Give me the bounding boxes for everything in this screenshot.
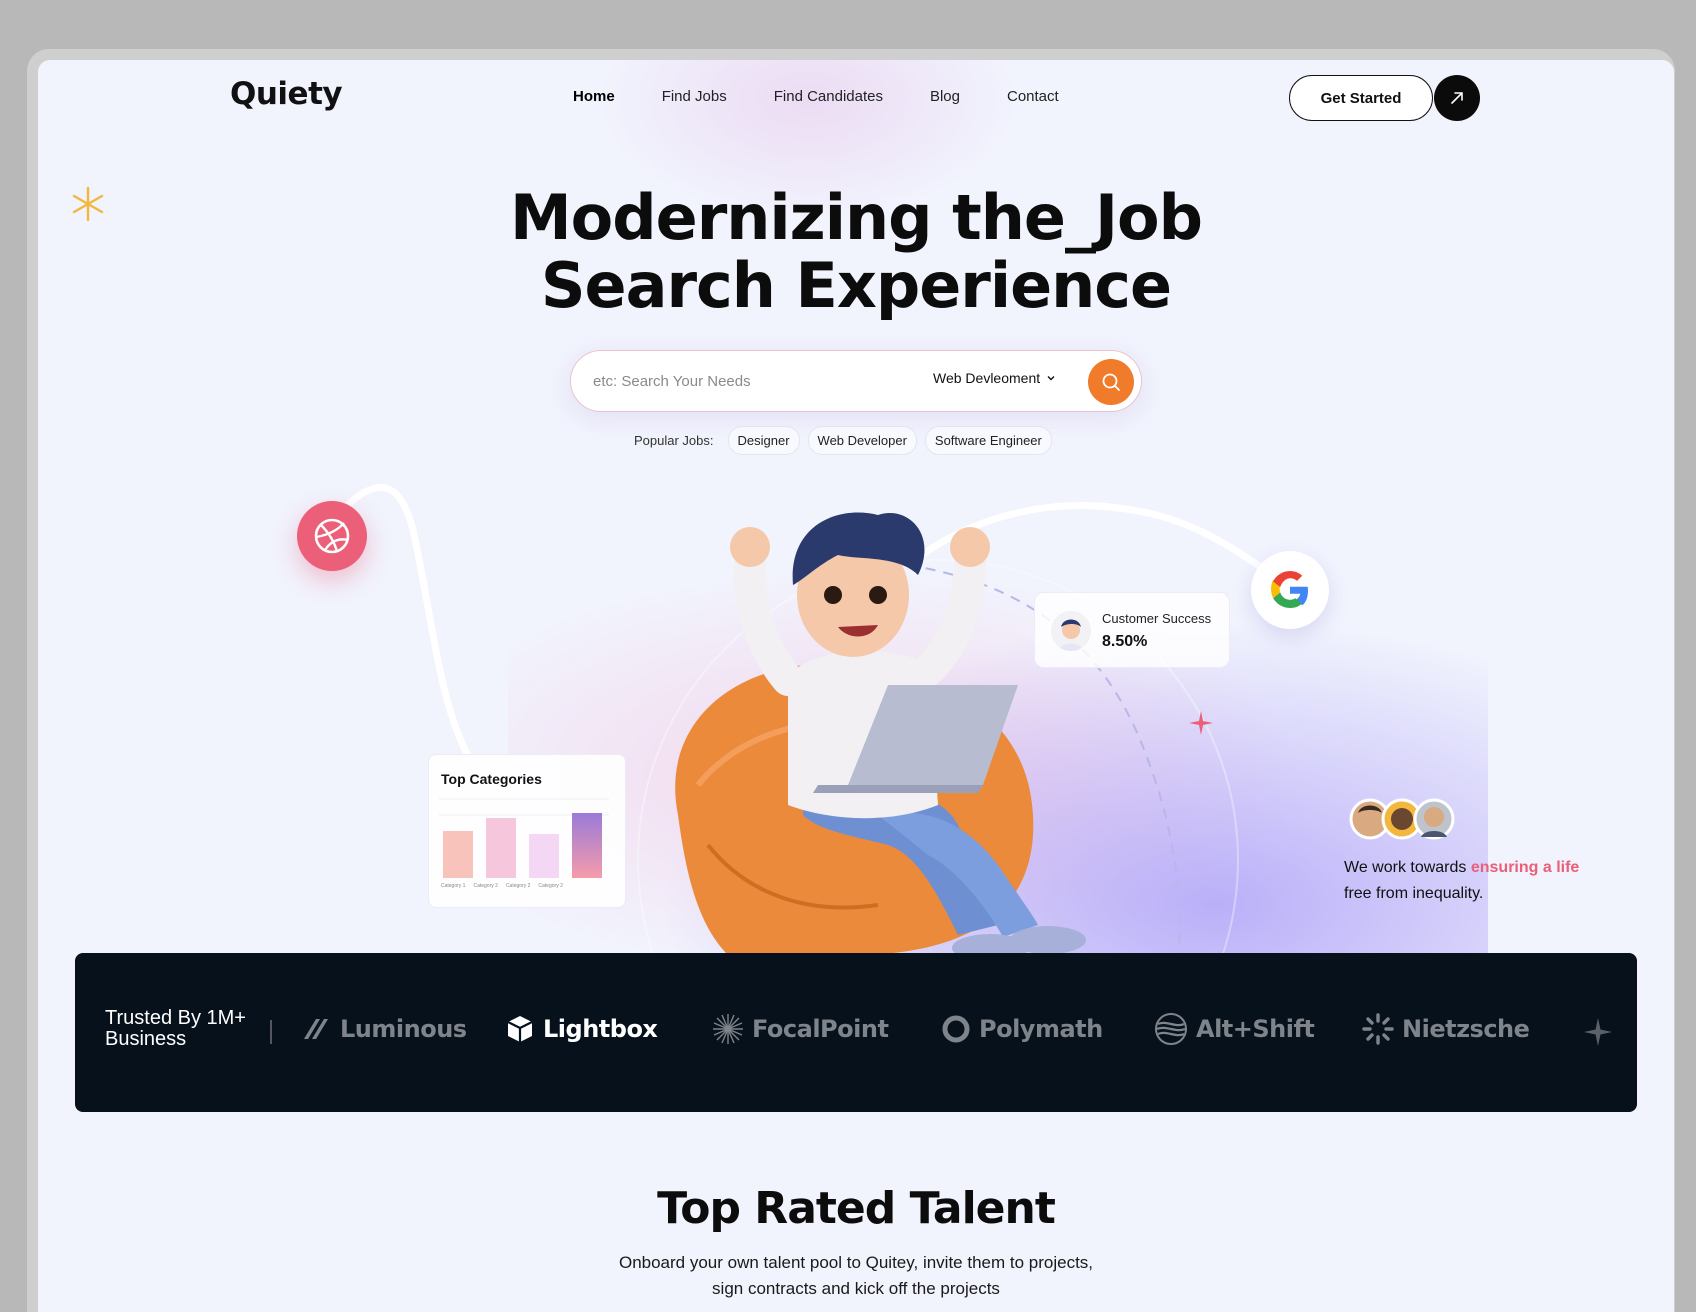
landing-page: Quiety Home Find Jobs Find Candidates Bl… bbox=[38, 60, 1674, 1312]
brand-polymath: Polymath bbox=[941, 1009, 1103, 1049]
mission-statement: We work towards ensuring a life free fro… bbox=[1344, 855, 1604, 907]
mission-text-after: free from inequality. bbox=[1344, 885, 1484, 902]
nietzsche-icon bbox=[1362, 1013, 1394, 1045]
google-icon bbox=[1271, 571, 1308, 608]
sparkle-icon bbox=[1584, 1018, 1612, 1046]
brand-name: Luminous bbox=[340, 1015, 467, 1043]
brand-name: Polymath bbox=[979, 1015, 1103, 1043]
talent-section-subtitle: Onboard your own talent pool to Quitey, … bbox=[618, 1253, 1094, 1298]
customer-success-value: 8.50% bbox=[1102, 633, 1148, 650]
brand-luminous: Luminous bbox=[300, 1009, 467, 1049]
top-categories-card: Top Categories Category 1 Category 2 Cat… bbox=[428, 754, 626, 908]
lightbox-icon bbox=[507, 1016, 533, 1042]
brand-nietzsche: Nietzsche bbox=[1362, 1009, 1530, 1049]
google-badge bbox=[1251, 551, 1329, 629]
trusted-by-band: Trusted By 1M+ Business Luminous Lightbo… bbox=[75, 953, 1637, 1112]
sparkle-icon bbox=[1189, 711, 1213, 735]
legend-item: Category 2 bbox=[538, 883, 563, 889]
dribbble-badge bbox=[297, 501, 367, 571]
legend-item: Category 1 bbox=[441, 883, 466, 889]
focalpoint-icon bbox=[713, 1014, 743, 1044]
legend-item: Category 2 bbox=[505, 883, 531, 889]
hero-character-illustration bbox=[675, 512, 1086, 962]
customer-success-card: Customer Success 8.50% bbox=[1034, 592, 1230, 668]
alt-shift-icon bbox=[1155, 1013, 1187, 1045]
brand-name: Nietzsche bbox=[1402, 1015, 1530, 1043]
polymath-icon bbox=[942, 1015, 970, 1043]
talent-section-title: Top Rated Talent bbox=[657, 1183, 1056, 1234]
brand-name: Lightbox bbox=[543, 1015, 658, 1043]
brand-name: Alt+Shift bbox=[1196, 1015, 1315, 1043]
luminous-icon bbox=[304, 1019, 328, 1039]
brand-lightbox: Lightbox bbox=[505, 1009, 658, 1049]
dribbble-icon bbox=[314, 518, 350, 554]
avatar-group bbox=[1349, 798, 1455, 840]
avatar bbox=[1051, 611, 1091, 651]
customer-success-title: Customer Success bbox=[1102, 611, 1212, 626]
mission-highlight: ensuring a life bbox=[1470, 859, 1580, 876]
top-categories-legend: Category 1 Category 2 Category 2 Categor… bbox=[441, 883, 563, 889]
brand-name: FocalPoint bbox=[752, 1015, 889, 1043]
brand-alt-shift: Alt+Shift bbox=[1154, 1009, 1315, 1049]
brand-focalpoint: FocalPoint bbox=[712, 1009, 889, 1049]
trusted-by-title: Trusted By 1M+ Business bbox=[105, 1007, 246, 1050]
band-divider bbox=[270, 1020, 272, 1044]
mission-text-before: We work towards bbox=[1344, 859, 1471, 876]
top-categories-title: Top Categories bbox=[441, 771, 542, 787]
legend-item: Category 2 bbox=[473, 883, 498, 889]
